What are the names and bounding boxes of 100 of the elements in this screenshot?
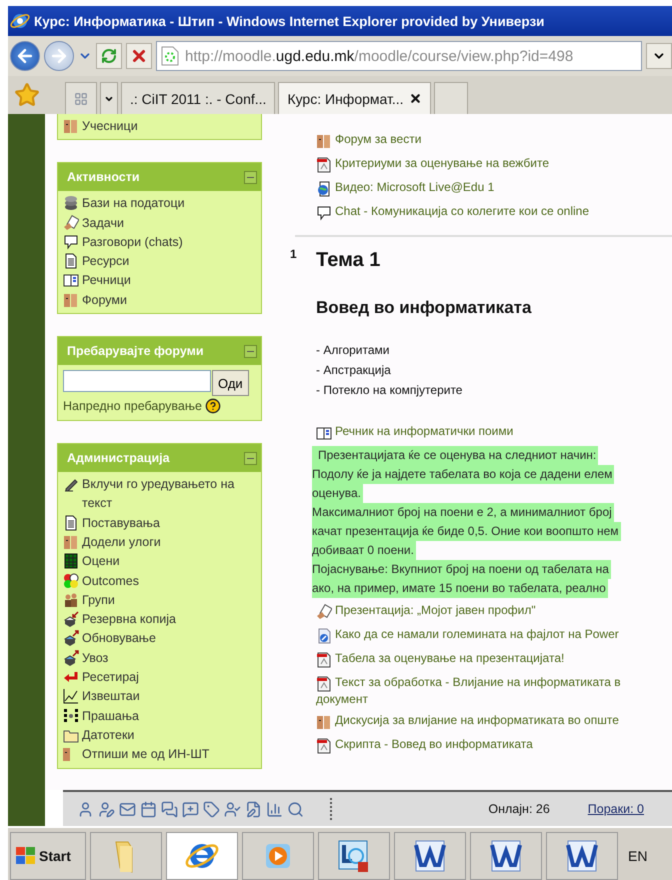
word-document-icon <box>412 838 448 874</box>
taskbar-button[interactable] <box>470 832 542 880</box>
sidebar-link[interactable]: Разговори (chats) <box>82 232 183 252</box>
chat-icon[interactable] <box>161 800 178 818</box>
sidebar-link[interactable]: Учесници <box>82 117 138 136</box>
sidebar-link[interactable]: Групи <box>82 590 115 610</box>
add-chat-icon[interactable] <box>182 800 199 818</box>
line-chart-icon <box>63 688 79 704</box>
refresh-icon <box>101 48 117 64</box>
activity-link[interactable]: Chat - Комуникација со колегите кои се online <box>335 204 590 218</box>
activity-link[interactable]: Дискусија за влијание на информатиката во опште <box>335 713 619 727</box>
face-icon <box>63 746 70 762</box>
search-field[interactable] <box>63 370 211 392</box>
online-count: Онлајн: 26 <box>488 802 550 816</box>
box-arrow-icon <box>63 650 79 666</box>
activity-link[interactable]: Видео: Microsoft Live@Edu 1 <box>335 180 494 194</box>
forward-button[interactable] <box>44 41 74 71</box>
faces-icon <box>316 133 332 149</box>
highlighted-text: Презентацијата ќе се оценува на следниот начин: <box>312 446 598 465</box>
box-arrow-icon <box>63 630 79 646</box>
sidebar-link[interactable]: Вклучи го уредувањето на текст <box>82 475 257 514</box>
topic-line: - Потекло на компјутерите <box>316 382 464 399</box>
back-button[interactable] <box>10 41 40 71</box>
book-icon <box>316 425 332 441</box>
block-title: Администрација <box>67 451 170 466</box>
activity-link[interactable]: документ <box>316 692 368 706</box>
speech-bubble-icon <box>63 234 79 250</box>
sidebar-link[interactable]: Обновување <box>82 629 156 649</box>
user-edit-icon[interactable] <box>98 800 115 818</box>
sidebar-link[interactable]: Поставувања <box>82 514 160 533</box>
sidebar-link[interactable]: Датотеки <box>82 726 134 746</box>
sidebar-link[interactable]: Задачи <box>82 214 124 233</box>
page-compass-icon <box>316 628 332 644</box>
user-check-icon[interactable] <box>224 800 241 818</box>
speech-bubble-icon <box>316 205 332 221</box>
mail-icon[interactable] <box>119 800 136 818</box>
hand-paper-icon <box>316 604 332 620</box>
sidebar-link[interactable]: Бази на податоци <box>82 194 185 214</box>
activity-link[interactable]: Речник на информатички поими <box>335 424 514 438</box>
sidebar-link[interactable]: Outcomes <box>82 572 139 591</box>
sidebar-link[interactable]: Ресетирај <box>82 668 139 688</box>
address-field[interactable]: http://moodle.ugd.edu.mk/moodle/course/view.php?id=498 <box>156 41 642 71</box>
browser-tab[interactable]: .: CiIT 2011 :. - Conf... <box>121 82 276 114</box>
pdf-file-icon <box>316 652 332 668</box>
refresh-button[interactable] <box>96 43 122 69</box>
grid-icon <box>63 553 79 570</box>
sidebar-link[interactable]: Увоз <box>82 648 108 668</box>
collapse-icon[interactable] <box>244 344 257 358</box>
activity-link[interactable]: Презентација: „Мојот јавен профил" <box>335 603 536 617</box>
collapse-icon[interactable] <box>244 452 257 465</box>
advanced-search-link[interactable]: Напредно пребарување <box>58 398 261 420</box>
taskbar-button[interactable] <box>546 832 618 880</box>
dropdown-button[interactable] <box>646 43 672 69</box>
highlighted-text: качат презентација ќе биде 0,5. Оние кои воопшто нем <box>312 522 621 541</box>
section-heading: Вовед во информатиката <box>316 298 532 318</box>
activity-link[interactable]: Критериуми за оценување на вежбите <box>335 156 550 170</box>
activity-link[interactable]: Табела за оценување на презентацијата! <box>335 651 564 665</box>
quick-tabs-button[interactable] <box>65 82 97 114</box>
taskbar-button[interactable] <box>394 832 466 880</box>
highlighted-text: Подолу ќе ја најдете табелата во која се дадени елем <box>312 465 614 484</box>
sidebar-link[interactable]: Прашања <box>82 706 139 726</box>
browser-icon <box>10 11 30 31</box>
taskbar-button[interactable] <box>318 832 390 880</box>
sidebar-link[interactable]: Форуми <box>82 290 127 310</box>
tab-list-button[interactable] <box>100 82 118 114</box>
sidebar-link[interactable]: Додели улоги <box>82 532 161 552</box>
help-icon[interactable] <box>204 398 221 414</box>
block-title: Активности <box>67 170 140 184</box>
sidebar-link[interactable]: Резервна копија <box>82 610 176 630</box>
highlighted-text: Максималниот број на поени е 2, а минималниот број <box>312 503 614 522</box>
activity-link[interactable]: Како да се намали големината на фајлот на Power <box>335 627 619 641</box>
taskbar-button[interactable] <box>166 832 238 880</box>
sidebar-link[interactable]: Речници <box>82 271 131 291</box>
go-button[interactable]: Оди <box>212 370 249 396</box>
browser-tab[interactable]: Курс: Информат... <box>278 82 431 114</box>
topic-line: - Алгоритами <box>316 342 390 359</box>
close-icon[interactable] <box>408 92 422 105</box>
stop-button[interactable] <box>126 43 152 69</box>
sidebar-link[interactable]: Ресурси <box>82 252 130 272</box>
user-icon[interactable] <box>77 800 94 818</box>
document-icon <box>63 514 79 531</box>
sidebar-link[interactable]: Отпиши ме од ИН-ШТ <box>82 745 210 765</box>
bar-chart-icon[interactable] <box>266 800 283 818</box>
messages-link[interactable]: Пораки: 0 <box>588 802 644 816</box>
start-button[interactable]: Start <box>10 832 86 880</box>
tag-icon[interactable] <box>203 800 220 818</box>
language-indicator[interactable]: EN <box>628 848 648 864</box>
sidebar-link[interactable]: Извештаи <box>82 687 140 707</box>
edit-document-icon[interactable] <box>245 800 262 818</box>
activity-link[interactable]: Текст за обработка - Влијание на информатиката в <box>335 675 621 689</box>
collapse-icon[interactable] <box>244 170 257 184</box>
dots-icon <box>63 708 79 724</box>
section-title: Тема 1 <box>316 249 382 272</box>
calendar-icon[interactable] <box>140 800 157 818</box>
sidebar-link[interactable]: Оцени <box>82 552 120 572</box>
search-icon[interactable] <box>287 800 304 818</box>
book-icon <box>63 272 79 288</box>
word-document-icon <box>488 838 524 874</box>
activity-link[interactable]: Форум за вести <box>335 132 422 146</box>
activity-link[interactable]: Скрипта - Вовед во информатиката <box>335 737 533 751</box>
